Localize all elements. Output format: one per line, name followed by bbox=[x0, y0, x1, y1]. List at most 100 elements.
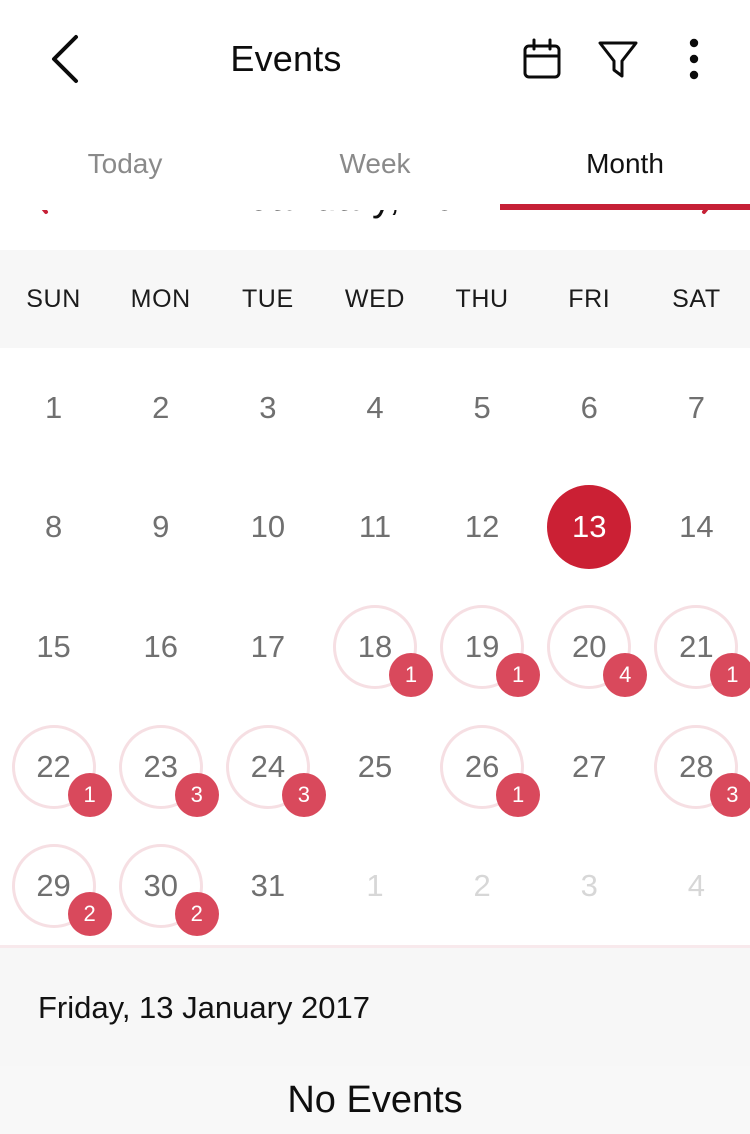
day-cell-inner: 27 bbox=[547, 725, 631, 809]
calendar-day-cell[interactable]: 19 1 bbox=[429, 587, 541, 707]
event-count-badge: 3 bbox=[174, 772, 219, 817]
weekday-label-sun: SUN bbox=[26, 284, 81, 313]
calendar-day-cell[interactable]: 1 bbox=[321, 826, 428, 946]
calendar-day-cell[interactable]: 20 4 bbox=[536, 587, 648, 707]
day-cell-inner: 3 bbox=[547, 844, 631, 928]
weekday-label-sat: SAT bbox=[672, 284, 721, 313]
calendar-day-cell[interactable]: 14 bbox=[643, 468, 750, 588]
tab-week-label: Week bbox=[339, 148, 411, 179]
calendar-day-cell[interactable]: 2 bbox=[107, 348, 214, 468]
filter-funnel-icon bbox=[598, 41, 638, 78]
calendar-day-cell[interactable]: 8 bbox=[0, 468, 107, 588]
calendar-day-cell[interactable]: 13 bbox=[536, 468, 643, 588]
event-count-badge: 3 bbox=[710, 772, 750, 817]
day-cell-inner: 22 1 bbox=[11, 724, 112, 817]
day-number: 8 bbox=[44, 509, 63, 545]
calendar-day-cell[interactable]: 18 1 bbox=[321, 587, 433, 707]
calendar-view-button[interactable] bbox=[504, 21, 580, 97]
day-number: 12 bbox=[464, 509, 500, 545]
calendar-day-cell[interactable]: 23 3 bbox=[107, 707, 219, 827]
day-cell-inner: 9 bbox=[119, 485, 203, 569]
day-cell-inner: 14 bbox=[654, 485, 738, 569]
tab-week[interactable]: Week bbox=[250, 118, 500, 210]
day-cell-inner: 19 1 bbox=[440, 604, 541, 697]
calendar-day-cell[interactable]: 9 bbox=[107, 468, 214, 588]
day-cell-inner: 29 2 bbox=[11, 844, 112, 937]
calendar-day-cell[interactable]: 31 bbox=[214, 826, 321, 946]
calendar-day-cell[interactable]: 15 bbox=[0, 587, 107, 707]
weekday-label-wed: WED bbox=[344, 284, 406, 313]
calendar-day-cell[interactable]: 2 bbox=[429, 826, 536, 946]
calendar-day-cell[interactable]: 3 bbox=[214, 348, 321, 468]
calendar-day-cell[interactable]: 5 bbox=[429, 348, 536, 468]
day-cell-inner: 2 bbox=[440, 844, 524, 928]
day-number: 1 bbox=[366, 868, 384, 904]
day-number: 17 bbox=[250, 628, 286, 664]
weekday-label-thu: THU bbox=[455, 284, 509, 313]
calendar-day-cell[interactable]: 17 bbox=[214, 587, 321, 707]
day-number: 25 bbox=[357, 748, 393, 784]
calendar-day-cell[interactable]: 27 bbox=[536, 707, 643, 827]
calendar-day-cell[interactable]: 29 2 bbox=[0, 826, 112, 946]
day-cell-inner: 28 3 bbox=[654, 724, 750, 817]
calendar-day-cell[interactable]: 16 bbox=[107, 587, 214, 707]
calendar-day-cell[interactable]: 28 3 bbox=[643, 707, 750, 827]
app-bar-actions bbox=[504, 21, 732, 97]
day-cell-inner: 17 bbox=[226, 605, 310, 689]
events-calendar-screen: Events Today Week Month SUN MON TUE WED … bbox=[0, 0, 750, 1134]
page-title: Events bbox=[230, 38, 342, 79]
calendar-day-cell[interactable]: 4 bbox=[321, 348, 428, 468]
calendar-day-cell[interactable]: 11 bbox=[321, 468, 428, 588]
calendar-day-cell[interactable]: 25 bbox=[321, 707, 428, 827]
event-count-badge: 1 bbox=[388, 652, 433, 697]
day-cell-inner: 13 bbox=[547, 485, 632, 570]
tab-month[interactable]: Month bbox=[500, 118, 750, 210]
calendar-day-cell[interactable]: 3 bbox=[536, 826, 643, 946]
day-number: 1 bbox=[44, 389, 63, 425]
day-number: 3 bbox=[259, 389, 277, 425]
day-cell-inner: 24 3 bbox=[225, 724, 326, 817]
day-cell-inner: 7 bbox=[654, 366, 738, 450]
day-number: 4 bbox=[687, 868, 706, 904]
calendar-day-cell[interactable]: 10 bbox=[214, 468, 321, 588]
calendar-day-cell[interactable]: 26 1 bbox=[429, 707, 541, 827]
calendar-day-cell[interactable]: 21 1 bbox=[643, 587, 750, 707]
overflow-menu-button[interactable] bbox=[656, 21, 732, 97]
calendar-day-cell[interactable]: 12 bbox=[429, 468, 536, 588]
day-number: 10 bbox=[250, 509, 286, 545]
calendar-grid: 1 2 3 4 5 6 7 8 9 10 11 12 13 14 15 16 17 18 1 19 1 20 4 21 1 22 1… bbox=[0, 348, 750, 946]
calendar-day-cell[interactable]: 1 bbox=[0, 348, 107, 468]
calendar-day-cell[interactable]: 6 bbox=[536, 348, 643, 468]
empty-state: No Events bbox=[0, 1066, 750, 1134]
event-count-badge: 1 bbox=[496, 652, 541, 697]
calendar-day-cell[interactable]: 30 2 bbox=[107, 826, 219, 946]
tab-month-label: Month bbox=[586, 148, 664, 179]
day-cell-inner: 31 bbox=[226, 844, 310, 928]
day-cell-inner: 18 1 bbox=[332, 604, 433, 697]
weekday-label-tue: TUE bbox=[241, 284, 294, 313]
day-number: 4 bbox=[366, 389, 384, 425]
day-cell-inner: 1 bbox=[333, 844, 417, 928]
day-cell-inner: 12 bbox=[440, 485, 524, 569]
weekday-label-mon: MON bbox=[130, 284, 191, 313]
calendar-day-cell[interactable]: 4 bbox=[643, 826, 750, 946]
calendar-day-cell[interactable]: 24 3 bbox=[214, 707, 326, 827]
day-number: 13 bbox=[572, 509, 607, 545]
calendar-day-cell[interactable]: 7 bbox=[643, 348, 750, 468]
day-number: 11 bbox=[358, 509, 392, 545]
filter-button[interactable] bbox=[580, 21, 656, 97]
tab-today-label: Today bbox=[87, 148, 163, 179]
event-count-badge: 2 bbox=[67, 892, 112, 937]
day-number: 6 bbox=[580, 389, 598, 425]
day-cell-inner: 23 3 bbox=[118, 724, 219, 817]
day-cell-inner: 5 bbox=[440, 366, 524, 450]
day-number: 16 bbox=[143, 628, 178, 664]
calendar-day-cell[interactable]: 22 1 bbox=[0, 707, 112, 827]
event-count-badge: 1 bbox=[496, 772, 541, 817]
day-cell-inner: 16 bbox=[119, 605, 203, 689]
tab-today[interactable]: Today bbox=[0, 118, 250, 210]
event-count-badge: 1 bbox=[710, 652, 750, 697]
day-cell-inner: 2 bbox=[119, 366, 203, 450]
day-number: 14 bbox=[679, 509, 714, 545]
day-cell-inner: 4 bbox=[333, 366, 417, 450]
